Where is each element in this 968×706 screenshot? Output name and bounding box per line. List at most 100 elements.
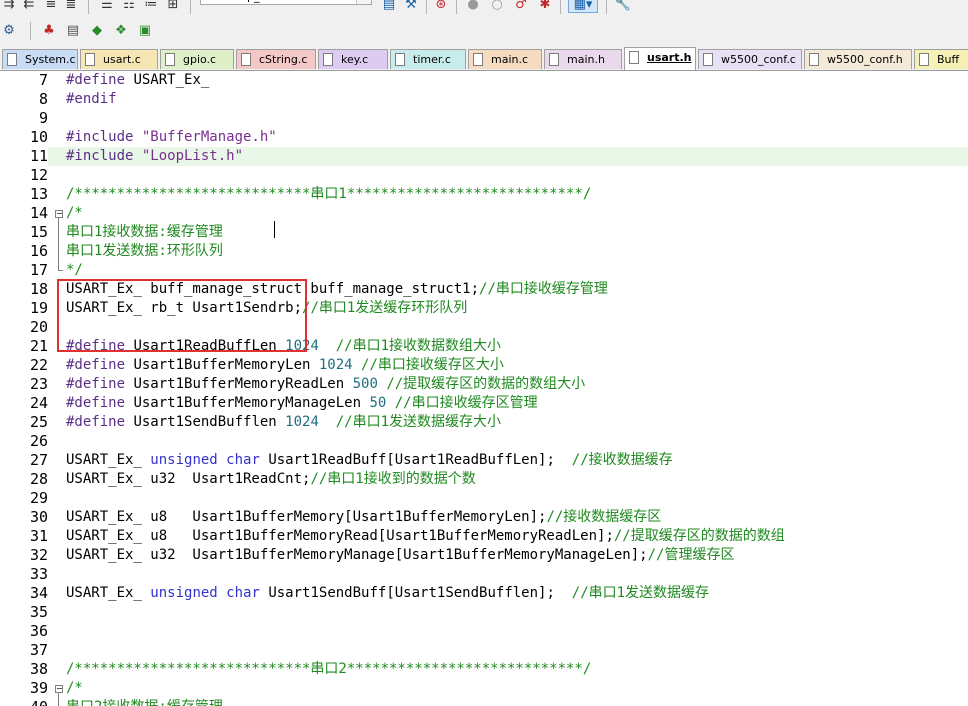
- code-line[interactable]: 7 #define USART_Ex_: [0, 71, 968, 90]
- code-token: 1024: [318, 357, 353, 373]
- code-line[interactable]: 14 /*: [0, 204, 968, 223]
- file-extensions-icon[interactable]: ♣: [40, 22, 58, 40]
- code-token: Usart1BufferMemoryLen: [133, 357, 319, 373]
- code-line[interactable]: 33: [0, 565, 968, 584]
- component-icon[interactable]: ❖: [112, 22, 130, 40]
- toolbar-separator: [560, 0, 561, 14]
- rte-icon[interactable]: ▣: [136, 22, 154, 40]
- code-token: 1024: [285, 414, 319, 430]
- translate-icon[interactable]: ⚒: [402, 0, 420, 14]
- code-line[interactable]: 24 #define Usart1BufferMemoryManageLen 50…: [0, 394, 968, 413]
- tab-usart-c[interactable]: usart.c: [80, 49, 158, 69]
- code-text: #define Usart1BufferMemoryManageLen 50 /…: [66, 394, 538, 413]
- code-text: */: [66, 261, 83, 280]
- code-token: //串口接收缓存区管理: [394, 395, 538, 411]
- toolbar-icon-4[interactable]: ☰: [98, 0, 116, 14]
- code-token: "LoopList.h": [141, 148, 244, 164]
- toolbar-icon-0[interactable]: ⇉: [0, 0, 18, 14]
- code-line[interactable]: 35: [0, 603, 968, 622]
- code-line[interactable]: 39 /*: [0, 679, 968, 698]
- target-select[interactable]: ◈ dhcp_state ▼: [200, 0, 372, 5]
- tab-gpio-c[interactable]: gpio.c: [160, 49, 234, 69]
- tab-system-c[interactable]: System.c: [2, 49, 78, 69]
- code-line[interactable]: 37: [0, 641, 968, 660]
- code-line[interactable]: 15 串口1接收数据:缓存管理: [0, 223, 968, 242]
- code-line[interactable]: 17 */: [0, 261, 968, 280]
- code-line[interactable]: 31 USART_Ex_ u8 Usart1BufferMemoryRead[Us…: [0, 527, 968, 546]
- toolbar-icon-3[interactable]: ≣: [62, 0, 80, 14]
- line-number: 29: [29, 489, 48, 507]
- line-number: 32: [29, 546, 48, 564]
- tab-w5500-conf-c[interactable]: w5500_conf.c: [698, 49, 802, 69]
- toolbar-separator: [30, 22, 31, 40]
- code-token: //管理缓存区: [647, 547, 735, 563]
- code-token: char: [226, 585, 260, 601]
- kill-breakpoints-icon[interactable]: ♂: [512, 0, 530, 14]
- toolbar-separator: [456, 0, 457, 14]
- code-line[interactable]: 27 USART_Ex_ unsigned char Usart1ReadBuff…: [0, 451, 968, 470]
- code-line[interactable]: 8 #endif: [0, 90, 968, 109]
- code-text: USART_Ex_ unsigned char Usart1SendBuff[U…: [66, 584, 709, 603]
- code-line[interactable]: 40 串口2接收数据:缓存管理: [0, 698, 968, 706]
- code-line[interactable]: 28 USART_Ex_ u32 Usart1ReadCnt;//串口1接收到的数…: [0, 470, 968, 489]
- code-text: 串口1发送数据:环形队列: [66, 242, 223, 261]
- code-text: USART_Ex_ u32 Usart1ReadCnt;//串口1接收到的数据个…: [66, 470, 476, 489]
- toolbar-separator: [88, 0, 89, 14]
- code-line[interactable]: 11 #include "LoopList.h": [0, 147, 968, 166]
- toolbar-icon-2[interactable]: ≡: [42, 0, 60, 14]
- code-line[interactable]: 32 USART_Ex_ u32 Usart1BufferMemoryManage…: [0, 546, 968, 565]
- line-number: 35: [29, 603, 48, 621]
- code-line[interactable]: 22 #define Usart1BufferMemoryLen 1024 //串…: [0, 356, 968, 375]
- tab-usart-h[interactable]: usart.h: [624, 47, 696, 70]
- code-line[interactable]: 38 /****************************串口2******…: [0, 660, 968, 679]
- toolbar: ⇉ ⇇ ≡ ≣ ☰ ☷ ≔ ⊞ ◈ dhcp_state ▼ ▤ ⚒ ⊛ ● ○…: [0, 0, 968, 47]
- toolbar-icon-6[interactable]: ≔: [142, 0, 160, 14]
- tab-cstring-c[interactable]: cString.c: [236, 49, 316, 69]
- clear-breakpoints-icon[interactable]: ✱: [536, 0, 554, 14]
- tab-label: gpio.c: [183, 53, 217, 66]
- line-number: 11: [0, 147, 48, 166]
- tab-key-c[interactable]: key.c: [318, 49, 388, 69]
- code-line[interactable]: 9: [0, 109, 968, 128]
- code-line[interactable]: 13 /****************************串口1******…: [0, 185, 968, 204]
- breakpoint-icon[interactable]: ●: [464, 0, 482, 14]
- code-line[interactable]: 29: [0, 489, 968, 508]
- code-line[interactable]: 26: [0, 432, 968, 451]
- code-line[interactable]: 36: [0, 622, 968, 641]
- toolbar-icon-5[interactable]: ☷: [120, 0, 138, 14]
- pack-installer-icon[interactable]: ◆: [88, 22, 106, 40]
- toolbar-icon-7[interactable]: ⊞: [164, 0, 182, 14]
- code-line[interactable]: 25 #define Usart1SendBufflen 1024 //串口1发送…: [0, 413, 968, 432]
- tab-timer-c[interactable]: timer.c: [390, 49, 466, 69]
- toolbar-icon-1[interactable]: ⇇: [20, 0, 38, 14]
- code-line[interactable]: 23 #define Usart1BufferMemoryReadLen 500 …: [0, 375, 968, 394]
- tab-buff[interactable]: Buff: [914, 49, 968, 69]
- manage-run-time-icon[interactable]: ⚙: [0, 22, 18, 40]
- chevron-down-icon[interactable]: ▼: [356, 0, 371, 4]
- code-line[interactable]: 10 #include "BufferManage.h": [0, 128, 968, 147]
- code-line[interactable]: 30 USART_Ex_ u8 Usart1BufferMemory[Usart1…: [0, 508, 968, 527]
- code-line[interactable]: 12: [0, 166, 968, 185]
- config-icon[interactable]: 🔧: [614, 0, 632, 14]
- line-number: 38: [29, 660, 48, 678]
- code-line[interactable]: 16 串口1发送数据:环形队列: [0, 242, 968, 261]
- debug-icon[interactable]: ⊛: [432, 0, 450, 14]
- tab-main-c[interactable]: main.c: [468, 49, 542, 69]
- code-token: 500: [352, 376, 378, 392]
- code-token: Usart1SendBuff[Usart1SendBufflen];: [259, 585, 572, 601]
- line-number: 7: [38, 71, 48, 89]
- options-for-target-icon[interactable]: ▤: [380, 0, 398, 14]
- code-line[interactable]: 34 USART_Ex_ unsigned char Usart1SendBuff…: [0, 584, 968, 603]
- line-number: 36: [29, 622, 48, 640]
- select-packs-icon[interactable]: ▤: [64, 22, 82, 40]
- toolbar-row-packs: ⚙ ♣ ▤ ◆ ❖ ▣: [0, 20, 968, 42]
- window-layout-icon[interactable]: ▦▾: [568, 0, 598, 13]
- tab-main-h[interactable]: main.h: [544, 49, 622, 69]
- code-token: 串口1接收数据:缓存管理: [66, 224, 223, 240]
- breakpoint-disable-icon[interactable]: ○: [488, 0, 506, 14]
- tab-w5500-conf-h[interactable]: w5500_conf.h: [804, 49, 912, 69]
- line-number: 15: [29, 223, 48, 241]
- code-editor[interactable]: − − 7 #define USART_Ex_ 8 #endif 9 10 #include …: [0, 71, 968, 706]
- code-token: USART_Ex_ u32 Usart1ReadCnt;: [66, 471, 311, 487]
